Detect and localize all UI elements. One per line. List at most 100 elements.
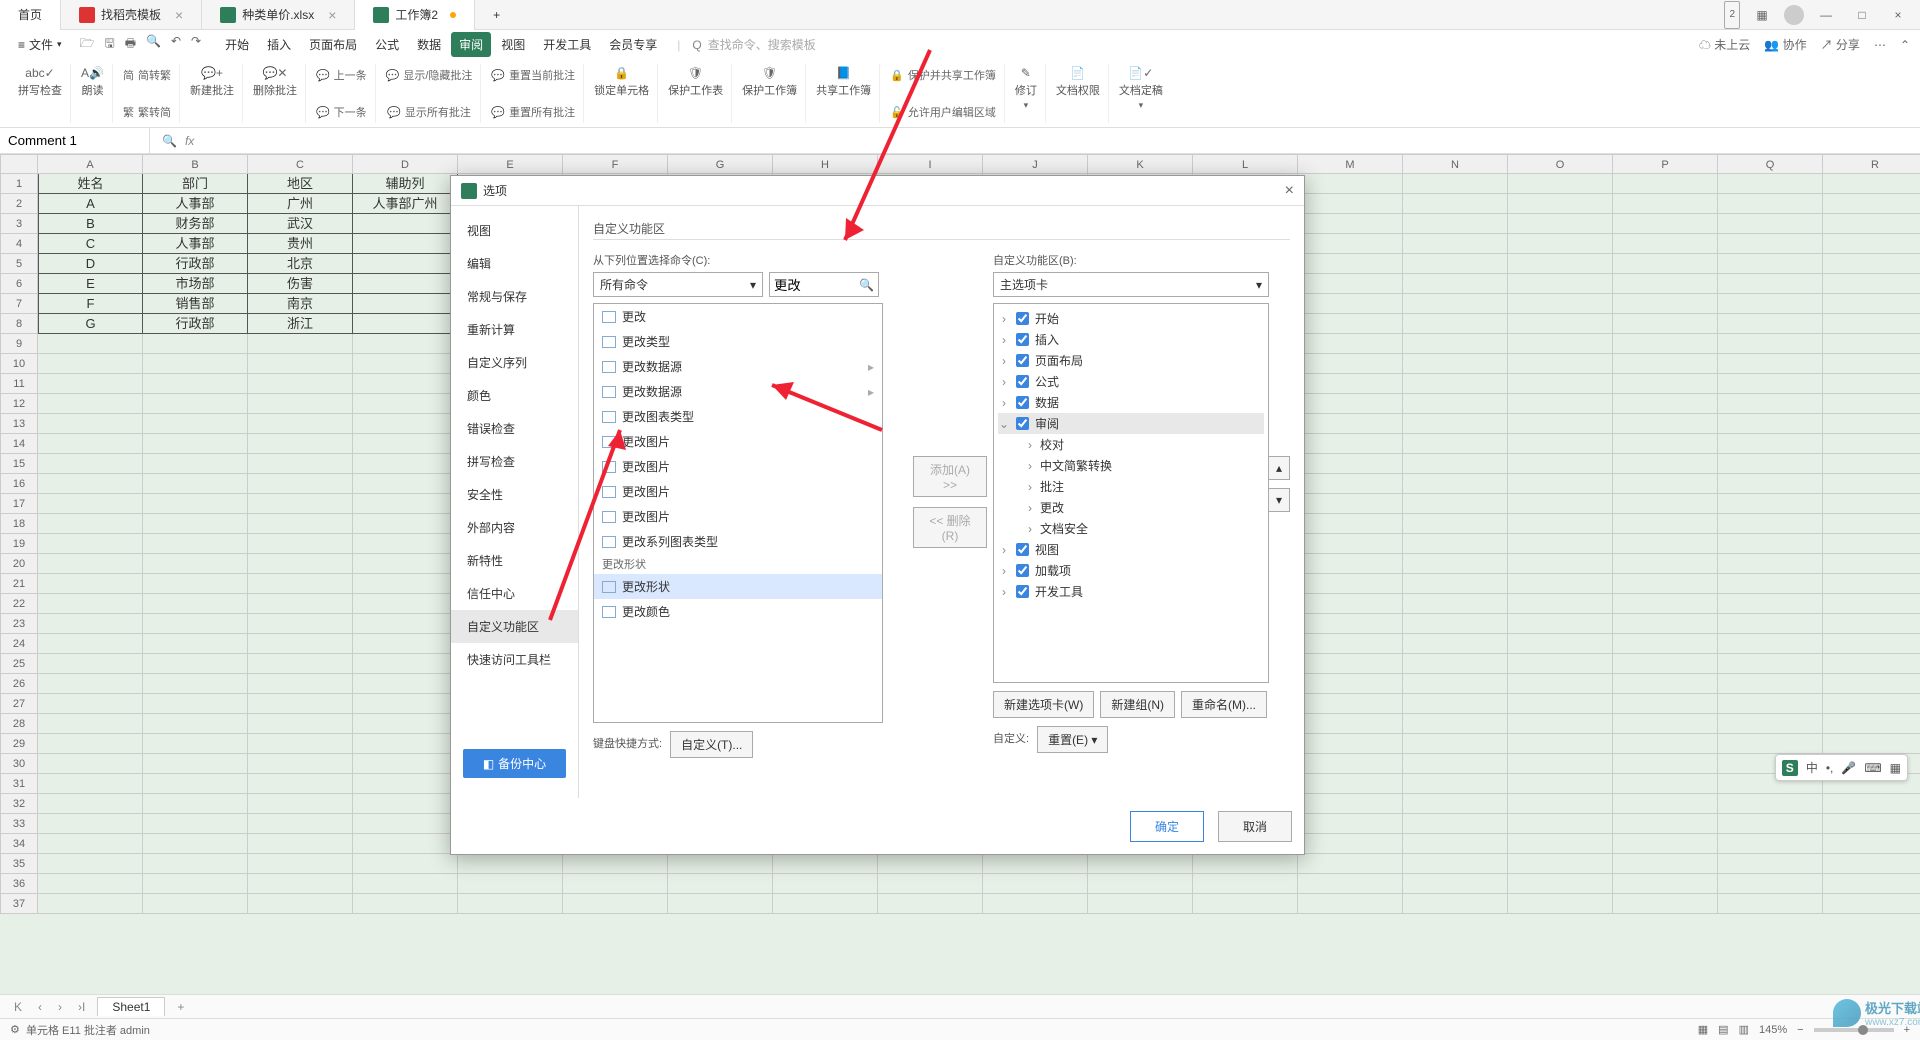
cell[interactable] — [1403, 614, 1508, 634]
cell[interactable]: D — [38, 254, 143, 274]
col-header[interactable]: P — [1613, 154, 1718, 174]
cell[interactable] — [1823, 554, 1920, 574]
tree-label[interactable]: 插入 — [1035, 331, 1059, 348]
cell[interactable] — [38, 534, 143, 554]
row-header[interactable]: 2 — [0, 194, 38, 214]
cell[interactable] — [1613, 554, 1718, 574]
menu-审阅[interactable]: 审阅 — [451, 32, 491, 57]
cell[interactable] — [143, 734, 248, 754]
cell[interactable] — [1088, 874, 1193, 894]
undo-icon[interactable]: ↶ — [171, 34, 181, 55]
cell[interactable] — [1298, 274, 1403, 294]
move-up-button[interactable]: ▴ — [1268, 456, 1290, 480]
row-header[interactable]: 30 — [0, 754, 38, 774]
cell[interactable] — [1613, 754, 1718, 774]
cell[interactable] — [248, 774, 353, 794]
cell[interactable]: 辅助列 — [353, 174, 458, 194]
cell[interactable] — [38, 694, 143, 714]
cell[interactable] — [1613, 614, 1718, 634]
cell[interactable] — [878, 874, 983, 894]
search-placeholder[interactable]: 查找命令、搜索模板 — [708, 36, 816, 53]
col-header[interactable]: B — [143, 154, 248, 174]
cell[interactable] — [1508, 354, 1613, 374]
cell[interactable] — [143, 614, 248, 634]
cell[interactable] — [1613, 874, 1718, 894]
cell[interactable] — [1718, 814, 1823, 834]
cell[interactable] — [1508, 254, 1613, 274]
cell[interactable] — [143, 894, 248, 914]
new-comment[interactable]: 💬+新建批注 — [190, 66, 234, 98]
tree-node[interactable]: ›中文简繁转换 — [998, 455, 1264, 476]
cell[interactable] — [1508, 694, 1613, 714]
cell[interactable] — [1508, 834, 1613, 854]
menu-插入[interactable]: 插入 — [259, 32, 299, 57]
zoom-level[interactable]: 145% — [1759, 1024, 1787, 1036]
col-header[interactable]: C — [248, 154, 353, 174]
cell[interactable]: 贵州 — [248, 234, 353, 254]
protect-share[interactable]: 🔒 保护并共享工作簿 — [890, 66, 996, 84]
cell[interactable] — [563, 874, 668, 894]
spellcheck-button[interactable]: abc✓拼写检查 — [18, 66, 62, 98]
row-header[interactable]: 22 — [0, 594, 38, 614]
backup-center-button[interactable]: ◧ 备份中心 — [463, 749, 566, 778]
cell[interactable] — [1298, 314, 1403, 334]
cell[interactable] — [1823, 334, 1920, 354]
print-icon[interactable]: 🖶 — [125, 34, 136, 55]
cell[interactable] — [1508, 394, 1613, 414]
cell[interactable] — [1613, 254, 1718, 274]
cell[interactable] — [1403, 414, 1508, 434]
sidebar-item[interactable]: 拼写检查 — [451, 445, 578, 478]
cell[interactable] — [1823, 834, 1920, 854]
reset-comment[interactable]: 💬 重置当前批注 — [491, 66, 575, 84]
tree-node[interactable]: ›加载项 — [998, 560, 1264, 581]
cell[interactable] — [1298, 294, 1403, 314]
cell[interactable] — [143, 854, 248, 874]
cell[interactable] — [1823, 214, 1920, 234]
cell[interactable] — [1403, 654, 1508, 674]
expand-icon[interactable]: › — [1024, 438, 1036, 452]
cell[interactable] — [1613, 194, 1718, 214]
cell[interactable] — [248, 594, 353, 614]
cell[interactable] — [1298, 574, 1403, 594]
cell[interactable] — [1613, 314, 1718, 334]
cell[interactable] — [1193, 874, 1298, 894]
sidebar-item[interactable]: 快速访问工具栏 — [451, 643, 578, 676]
cell[interactable] — [1718, 274, 1823, 294]
protect-book[interactable]: 🛡保护工作簿 — [742, 66, 797, 98]
close-icon[interactable]: × — [175, 7, 183, 23]
cell[interactable] — [38, 574, 143, 594]
cell[interactable] — [1508, 734, 1613, 754]
prev-comment[interactable]: 💬 上一条 — [316, 66, 367, 84]
tree-label[interactable]: 审阅 — [1035, 415, 1059, 432]
cell[interactable] — [1403, 554, 1508, 574]
cell[interactable] — [1298, 894, 1403, 914]
cell[interactable] — [1613, 894, 1718, 914]
cell[interactable] — [1298, 494, 1403, 514]
cell[interactable] — [143, 694, 248, 714]
row-header[interactable]: 35 — [0, 854, 38, 874]
row-header[interactable]: 23 — [0, 614, 38, 634]
avatar[interactable] — [1784, 5, 1804, 25]
ime-settings-icon[interactable]: ▦ — [1890, 761, 1901, 775]
cell[interactable] — [38, 634, 143, 654]
cell[interactable] — [1508, 874, 1613, 894]
cell[interactable] — [1613, 734, 1718, 754]
cell[interactable] — [38, 554, 143, 574]
cell[interactable] — [1823, 474, 1920, 494]
cell[interactable]: 财务部 — [143, 214, 248, 234]
share-button[interactable]: ↗ 分享 — [1821, 36, 1860, 53]
cell[interactable] — [1823, 874, 1920, 894]
cell[interactable] — [353, 814, 458, 834]
row-header[interactable]: 27 — [0, 694, 38, 714]
cell[interactable] — [38, 474, 143, 494]
row-header[interactable]: 6 — [0, 274, 38, 294]
revisions[interactable]: ✎修订▾ — [1015, 66, 1037, 111]
cell[interactable] — [38, 774, 143, 794]
cell[interactable] — [353, 894, 458, 914]
cell[interactable] — [668, 894, 773, 914]
cell[interactable] — [1298, 234, 1403, 254]
sidebar-item[interactable]: 编辑 — [451, 247, 578, 280]
tree-label[interactable]: 视图 — [1035, 541, 1059, 558]
cell[interactable] — [353, 694, 458, 714]
open-icon[interactable]: 🗁 — [80, 34, 95, 55]
